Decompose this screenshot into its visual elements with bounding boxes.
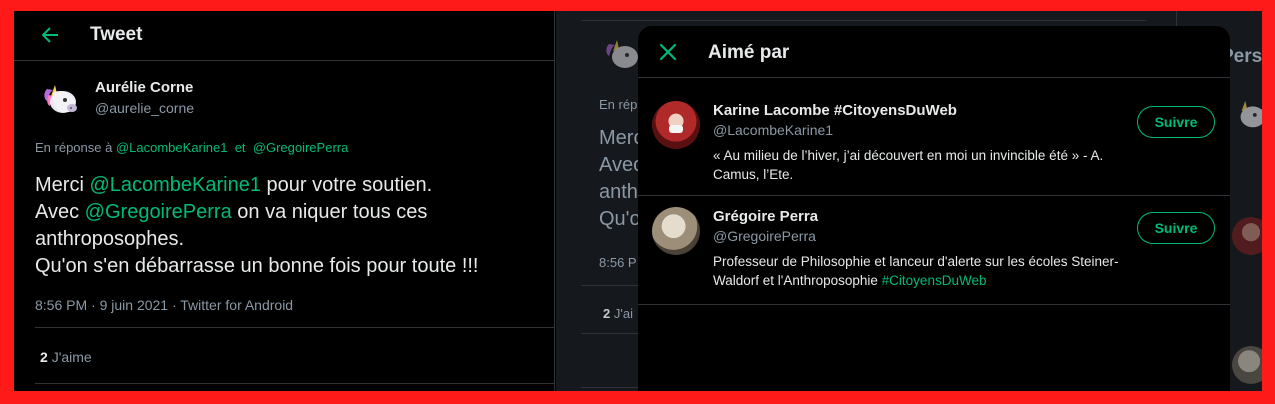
tweet-timestamp[interactable]: 8:56 PM · 9 juin 2021 · Twitter for Andr… [35, 297, 293, 313]
hashtag-citoyensduweb[interactable]: #CitoyensDuWeb [882, 273, 987, 288]
avatar [1232, 346, 1262, 384]
dialog-title: Aimé par [708, 42, 790, 63]
reply-mention-lacombe[interactable]: @LacombeKarine1 [116, 140, 227, 155]
user-bio: « Au milieu de l’hiver, j’ai découvert e… [713, 148, 1104, 182]
list-item[interactable]: Grégoire Perra @GregoirePerra Suivre Pro… [638, 197, 1230, 305]
liked-by-dialog: Aimé par Karine Lacombe #CitoyensDuWeb @… [638, 26, 1230, 391]
user-name[interactable]: Grégoire Perra [713, 208, 818, 225]
tweet-line: Merci @LacombeKarine1 pour votre soutien… [35, 174, 433, 196]
user-name[interactable]: Karine Lacombe #CitoyensDuWeb [713, 102, 957, 119]
mention-perra[interactable]: @GregoirePerra [85, 201, 232, 223]
avatar[interactable] [652, 207, 700, 255]
avatar[interactable] [652, 101, 700, 149]
list-item[interactable]: Karine Lacombe #CitoyensDuWeb @LacombeKa… [638, 91, 1230, 196]
background-header-edge [581, 11, 1146, 21]
user-handle[interactable]: @LacombeKarine1 [713, 122, 833, 138]
tweet-author-handle[interactable]: @aurelie_corne [95, 100, 194, 116]
mask-shape [669, 125, 683, 133]
back-arrow-icon[interactable] [38, 23, 62, 47]
reply-mention-perra[interactable]: @GregoirePerra [253, 140, 349, 155]
background-reply-fragment: En rép [599, 97, 638, 112]
close-icon[interactable] [658, 42, 678, 62]
background-tweet-text: Merc Avec anth Qu'o [599, 127, 644, 230]
divider [35, 327, 555, 328]
screenshot-frame: Tweet Aurélie Corne @aurelie_corne En ré… [14, 11, 1262, 391]
background-likes-fragment: 2 J'ai [603, 306, 633, 321]
mention-lacombe[interactable]: @LacombeKarine1 [89, 174, 261, 196]
page-title: Tweet [90, 24, 143, 45]
tweet-author-name[interactable]: Aurélie Corne [95, 79, 193, 96]
likes-count-link[interactable]: 2 J'aime [40, 349, 92, 365]
user-handle[interactable]: @GregoirePerra [713, 228, 816, 244]
tweet-line: Avec @GregoirePerra on va niquer tous ce… [35, 201, 428, 223]
background-time-fragment: 8:56 P [599, 255, 637, 270]
avatar [1232, 217, 1262, 255]
likes-number: 2 [40, 349, 48, 365]
tweet-panel: Tweet Aurélie Corne @aurelie_corne En ré… [14, 11, 555, 391]
dialog-header: Aimé par [638, 26, 1230, 78]
unicorn-avatar-icon[interactable] [41, 79, 81, 119]
reply-joiner: et [234, 140, 246, 155]
tweet-line: Qu'on s'en débarrasse un bonne fois pour… [35, 255, 479, 277]
user-bio: Professeur de Philosophie et lanceur d'a… [713, 254, 1119, 288]
tweet-header: Tweet [14, 11, 555, 61]
follow-button[interactable]: Suivre [1137, 106, 1215, 138]
reply-context: En réponse à @LacombeKarine1 et @Gregoir… [35, 140, 348, 155]
likes-label: J'aime [51, 349, 92, 365]
divider [35, 383, 555, 384]
tweet-line: anthroposophes. [35, 228, 185, 250]
unicorn-avatar-icon [1240, 100, 1262, 128]
unicorn-avatar-icon [606, 40, 638, 68]
tweet-text: Merci @LacombeKarine1 pour votre soutien… [35, 172, 545, 280]
follow-button[interactable]: Suivre [1137, 212, 1215, 244]
reply-prefix: En réponse à [35, 140, 113, 155]
